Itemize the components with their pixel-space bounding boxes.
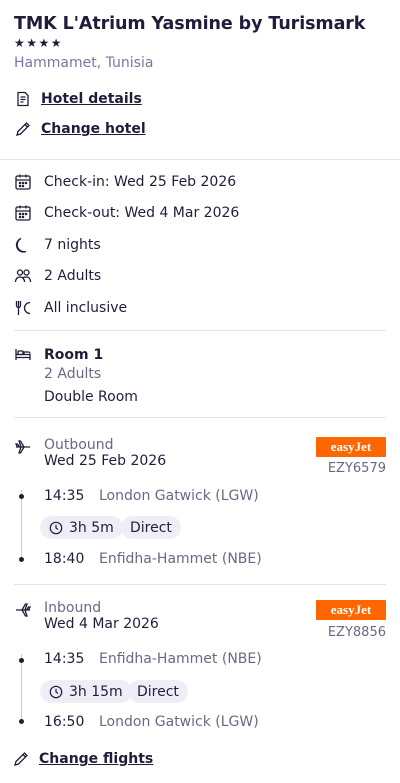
hotel-location: Hammamet, Tunisia xyxy=(14,55,154,71)
inbound-depart-time: 14:35 xyxy=(44,651,85,667)
hotel-details-link[interactable]: Hotel details xyxy=(14,89,142,109)
divider xyxy=(14,417,386,418)
checkin-text: Check-in: Wed 25 Feb 2026 xyxy=(44,174,237,190)
pencil-icon xyxy=(14,120,32,138)
divider xyxy=(0,159,400,160)
divider xyxy=(14,330,386,331)
inbound-depart-airport: Enfidha-Hammet (NBE) xyxy=(99,651,262,667)
moon-icon xyxy=(14,236,32,254)
hotel-details-label[interactable]: Hotel details xyxy=(41,91,142,107)
change-hotel-link[interactable]: Change hotel xyxy=(14,119,146,139)
document-icon xyxy=(14,90,32,108)
nights-text: 7 nights xyxy=(44,237,101,253)
clock-icon xyxy=(49,521,63,535)
stops-text: Direct xyxy=(130,519,172,536)
board-row: All inclusive xyxy=(14,298,127,318)
nights-row: 7 nights xyxy=(14,235,101,255)
clock-icon xyxy=(49,685,63,699)
hotel-name: TMK L'Atrium Yasmine by Turismark xyxy=(14,14,366,34)
people-icon xyxy=(14,267,32,285)
outbound-date: Wed 25 Feb 2026 xyxy=(44,453,167,469)
change-hotel-label[interactable]: Change hotel xyxy=(41,121,146,137)
meal-icon xyxy=(14,299,32,317)
guests-row: 2 Adults xyxy=(14,266,101,286)
board-text: All inclusive xyxy=(44,300,128,316)
departure-dot xyxy=(19,658,24,663)
bed-icon xyxy=(14,345,32,363)
stops-pill: Direct xyxy=(128,680,188,703)
departure-dot xyxy=(19,494,24,499)
room-guests: 2 Adults xyxy=(44,366,102,382)
outbound-label: Outbound xyxy=(44,437,114,453)
easyjet-logo: easyJet xyxy=(316,437,386,457)
change-flights-link[interactable]: Change flights xyxy=(12,749,153,769)
change-flights-label[interactable]: Change flights xyxy=(39,751,153,767)
star-rating: ★★★★ xyxy=(14,36,64,50)
easyjet-logo: easyJet xyxy=(316,600,386,620)
stops-pill: Direct xyxy=(121,516,181,539)
divider xyxy=(14,584,386,585)
outbound-flight-number: EZY6579 xyxy=(327,461,386,476)
duration-pill: 3h 15m xyxy=(40,680,132,703)
outbound-arrive-airport: Enfidha-Hammet (NBE) xyxy=(99,551,262,567)
guests-text: 2 Adults xyxy=(44,268,102,284)
duration-text: 3h 15m xyxy=(69,683,123,700)
outbound-arrive-time: 18:40 xyxy=(44,551,85,567)
arrival-dot xyxy=(19,557,24,562)
outbound-depart-airport: London Gatwick (LGW) xyxy=(99,488,259,504)
outbound-timeline xyxy=(21,490,22,560)
inbound-date: Wed 4 Mar 2026 xyxy=(44,616,159,632)
plane-arrival-icon xyxy=(14,601,32,619)
checkout-text: Check-out: Wed 4 Mar 2026 xyxy=(44,205,240,221)
inbound-arrive-airport: London Gatwick (LGW) xyxy=(99,714,259,730)
stops-text: Direct xyxy=(137,683,179,700)
checkin-row: Check-in: Wed 25 Feb 2026 xyxy=(14,172,236,192)
inbound-arrive-time: 16:50 xyxy=(44,714,85,730)
calendar-icon xyxy=(14,173,32,191)
room-type: Double Room xyxy=(44,389,138,405)
outbound-depart-time: 14:35 xyxy=(44,488,85,504)
inbound-flight-number: EZY8856 xyxy=(327,625,386,640)
inbound-label: Inbound xyxy=(44,600,102,616)
plane-departure-icon xyxy=(14,438,32,456)
duration-text: 3h 5m xyxy=(69,519,114,536)
duration-pill: 3h 5m xyxy=(40,516,123,539)
checkout-row: Check-out: Wed 4 Mar 2026 xyxy=(14,203,239,223)
room-title: Room 1 xyxy=(44,347,104,363)
arrival-dot xyxy=(19,719,24,724)
calendar-icon xyxy=(14,204,32,222)
inbound-timeline xyxy=(21,654,22,721)
pencil-icon xyxy=(12,750,30,768)
